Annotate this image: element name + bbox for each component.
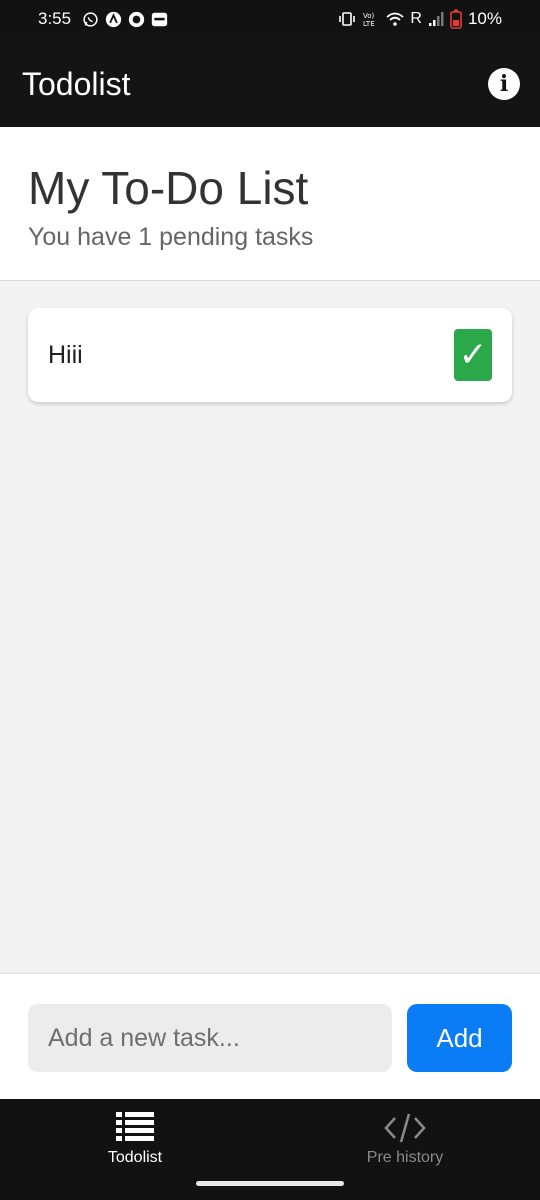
app-title: Todolist [22, 66, 131, 102]
notification-icons [82, 9, 168, 29]
add-task-button[interactable]: Add [407, 1004, 512, 1072]
app-bar: Todolist i [0, 38, 540, 127]
wifi-icon [386, 12, 404, 26]
info-icon[interactable]: i [488, 68, 520, 100]
task-item[interactable]: Hiii ✓ [28, 308, 512, 402]
volte-icon: Vo)LTE [363, 12, 375, 27]
home-indicator[interactable] [196, 1181, 344, 1186]
app-badge-icon [151, 12, 168, 26]
status-bar: 3:55 Vo) LTE R 10% [0, 0, 540, 38]
vibrate-icon [339, 12, 356, 26]
list-icon [116, 1112, 154, 1141]
nav-label-pre-history: Pre history [366, 1149, 444, 1166]
pending-count-text: You have 1 pending tasks [28, 223, 314, 251]
record-icon [128, 11, 145, 27]
status-time: 3:55 [38, 9, 72, 28]
battery-percentage: 10% [467, 9, 502, 28]
whatsapp-icon [83, 11, 98, 27]
navigation-app-icon [105, 11, 122, 27]
new-task-input[interactable] [28, 1004, 392, 1072]
code-icon [384, 1113, 426, 1143]
signal-icon [428, 12, 444, 26]
add-task-bar: Add [0, 973, 540, 1100]
nav-tab-todolist[interactable]: Todolist [35, 1111, 235, 1167]
battery-icon [450, 9, 462, 29]
task-text: Hiii [48, 341, 83, 369]
svg-text:LTE: LTE [363, 20, 375, 27]
list-header: My To-Do List You have 1 pending tasks [0, 127, 540, 281]
task-complete-checkbox[interactable]: ✓ [454, 329, 492, 381]
page-title: My To-Do List [28, 162, 309, 214]
app-screen: 3:55 Vo) LTE R 10% Todolist i My To-Do Li… [0, 0, 540, 1200]
system-status-icons: Vo) LTE R 10% [338, 9, 502, 29]
svg-text:Vo): Vo) [363, 12, 375, 20]
checkmark-icon: ✓ [458, 335, 488, 375]
nav-label-todolist: Todolist [107, 1149, 163, 1166]
roaming-indicator: R [410, 10, 422, 27]
nav-tab-pre-history[interactable]: Pre history [305, 1111, 505, 1167]
